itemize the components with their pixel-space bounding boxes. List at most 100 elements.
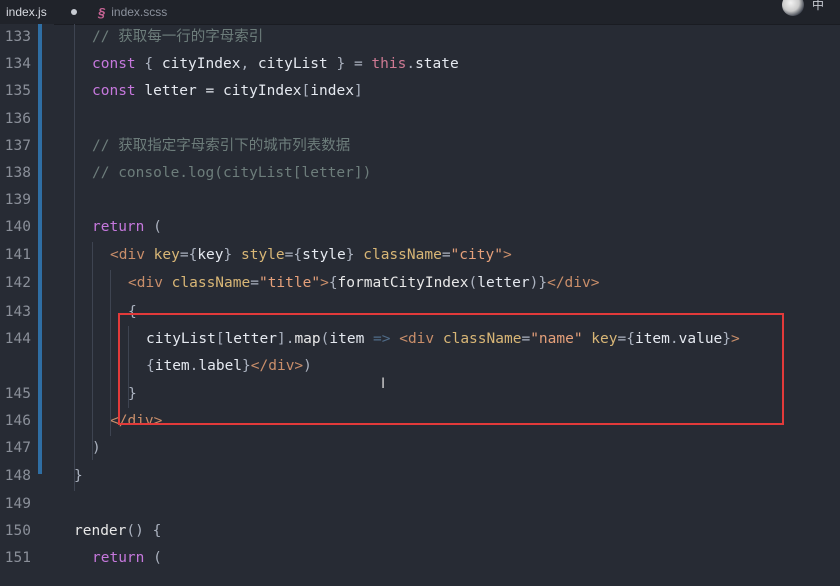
code-token: [	[301, 83, 311, 99]
line-number: 150	[4, 523, 31, 539]
code-text: const letter = cityIndex[index]	[92, 78, 363, 105]
indent-guide	[110, 270, 111, 436]
code-text: <div key={key} style={style} className="…	[110, 242, 512, 269]
code-line[interactable]: 151 return (	[0, 545, 840, 572]
code-token: (	[144, 550, 162, 566]
line-number: 147	[4, 440, 31, 456]
code-token: </div>	[547, 275, 600, 291]
code-line[interactable]: 147)	[0, 435, 840, 462]
code-line[interactable]: 138 // console.log(cityList[letter])	[0, 160, 840, 187]
code-text: }	[74, 463, 83, 490]
annotation-highlight-box	[118, 313, 784, 425]
code-token: letter	[477, 275, 530, 291]
code-token: letter =	[135, 83, 223, 99]
tab-label: index.js	[6, 5, 47, 19]
code-line[interactable]: 133 // 获取每一行的字母索引	[0, 24, 840, 51]
sass-file-icon: §	[98, 4, 106, 20]
code-token: }	[223, 247, 233, 263]
line-number: 137	[4, 138, 31, 154]
line-number: 149	[4, 496, 31, 512]
code-token: (	[468, 275, 478, 291]
line-number: 142	[4, 275, 31, 291]
line-number: 143	[4, 304, 31, 320]
code-token: // 获取每一行的字母索引	[92, 29, 264, 45]
code-editor[interactable]: 133 // 获取每一行的字母索引 134 const { cityIndex, ci…	[0, 24, 840, 586]
indent-guide	[92, 242, 93, 460]
line-number: 140	[4, 219, 31, 235]
code-token: >	[502, 247, 512, 263]
code-token: // console.log(cityList[letter])	[92, 165, 372, 181]
unsaved-dot-icon[interactable]	[71, 0, 77, 24]
code-token: key	[144, 247, 180, 263]
code-token: const	[92, 83, 136, 99]
code-token: ,	[240, 56, 258, 72]
code-token: cityIndex	[161, 56, 241, 72]
code-token: this	[371, 56, 407, 72]
tab-bar: index.js § index.scss 中	[0, 0, 840, 25]
code-token: }	[345, 247, 355, 263]
code-token: <div	[110, 247, 145, 263]
code-line[interactable]: 141 <div key={key} style={style} classNam…	[0, 242, 840, 269]
code-token: =	[250, 275, 259, 291]
code-token: key	[197, 247, 224, 263]
line-number: 133	[4, 29, 31, 45]
code-text: return (	[92, 545, 162, 572]
code-token: =	[441, 247, 451, 263]
code-token: } =	[327, 56, 372, 72]
indent-guide	[74, 24, 75, 491]
tab-index-scss[interactable]: § index.scss	[98, 0, 167, 24]
code-text: // 获取每一行的字母索引	[92, 24, 263, 51]
code-line[interactable]: 150 render() {	[0, 518, 840, 545]
code-text: <div className="title">{formatCityIndex(…	[128, 270, 599, 297]
code-token: return	[92, 219, 145, 235]
code-token: {	[328, 275, 338, 291]
line-number: 144	[4, 331, 31, 347]
code-token: style	[232, 247, 285, 263]
line-number: 145	[4, 386, 31, 402]
code-token: () {	[126, 523, 162, 539]
corner-text: 中	[812, 0, 825, 12]
code-token: )	[92, 440, 101, 456]
code-token: "city"	[450, 247, 503, 263]
text-cursor-icon: I	[381, 376, 386, 392]
code-token: style	[302, 247, 346, 263]
code-line[interactable]: 137 // 获取指定字母索引下的城市列表数据	[0, 133, 840, 160]
code-line[interactable]: 134 const { cityIndex, cityList } = this.…	[0, 51, 840, 78]
code-line[interactable]: 142 <div className="title">{formatCityInd…	[0, 270, 840, 297]
code-token: (	[144, 219, 162, 235]
code-text: // console.log(cityList[letter])	[92, 160, 371, 187]
code-token: .	[406, 56, 416, 72]
code-token: cityList	[257, 56, 328, 72]
code-text: const { cityIndex, cityList } = this.sta…	[92, 51, 459, 78]
code-token: {	[135, 56, 162, 72]
line-number: 139	[4, 192, 31, 208]
code-token: >	[320, 275, 329, 291]
code-token: )}	[529, 275, 548, 291]
code-token: className	[354, 247, 442, 263]
code-token: "title"	[258, 275, 321, 291]
code-token: className	[162, 275, 251, 291]
code-token: ={	[179, 247, 198, 263]
code-token: ={	[284, 247, 303, 263]
code-text: return (	[92, 214, 162, 241]
line-number: 138	[4, 165, 31, 181]
code-line[interactable]: 135 const letter = cityIndex[index]	[0, 78, 840, 105]
code-line[interactable]: 149	[0, 491, 840, 518]
code-token: // 获取指定字母索引下的城市列表数据	[92, 138, 351, 154]
line-number: 151	[4, 550, 31, 566]
avatar[interactable]	[782, 0, 804, 16]
code-text: render() {	[74, 518, 161, 545]
code-token: formatCityIndex	[337, 275, 469, 291]
line-number: 141	[4, 247, 31, 263]
code-line[interactable]: 148}	[0, 463, 840, 490]
tab-index-js[interactable]: index.js	[6, 0, 47, 24]
line-number: 146	[4, 413, 31, 429]
code-line[interactable]: 139	[0, 187, 840, 214]
tab-label: index.scss	[111, 5, 168, 19]
code-text: )	[92, 435, 101, 462]
code-line[interactable]: 136	[0, 106, 840, 133]
line-number: 148	[4, 468, 31, 484]
code-line[interactable]: 140 return (	[0, 214, 840, 241]
code-token: const	[92, 56, 136, 72]
code-text: // 获取指定字母索引下的城市列表数据	[92, 133, 350, 160]
